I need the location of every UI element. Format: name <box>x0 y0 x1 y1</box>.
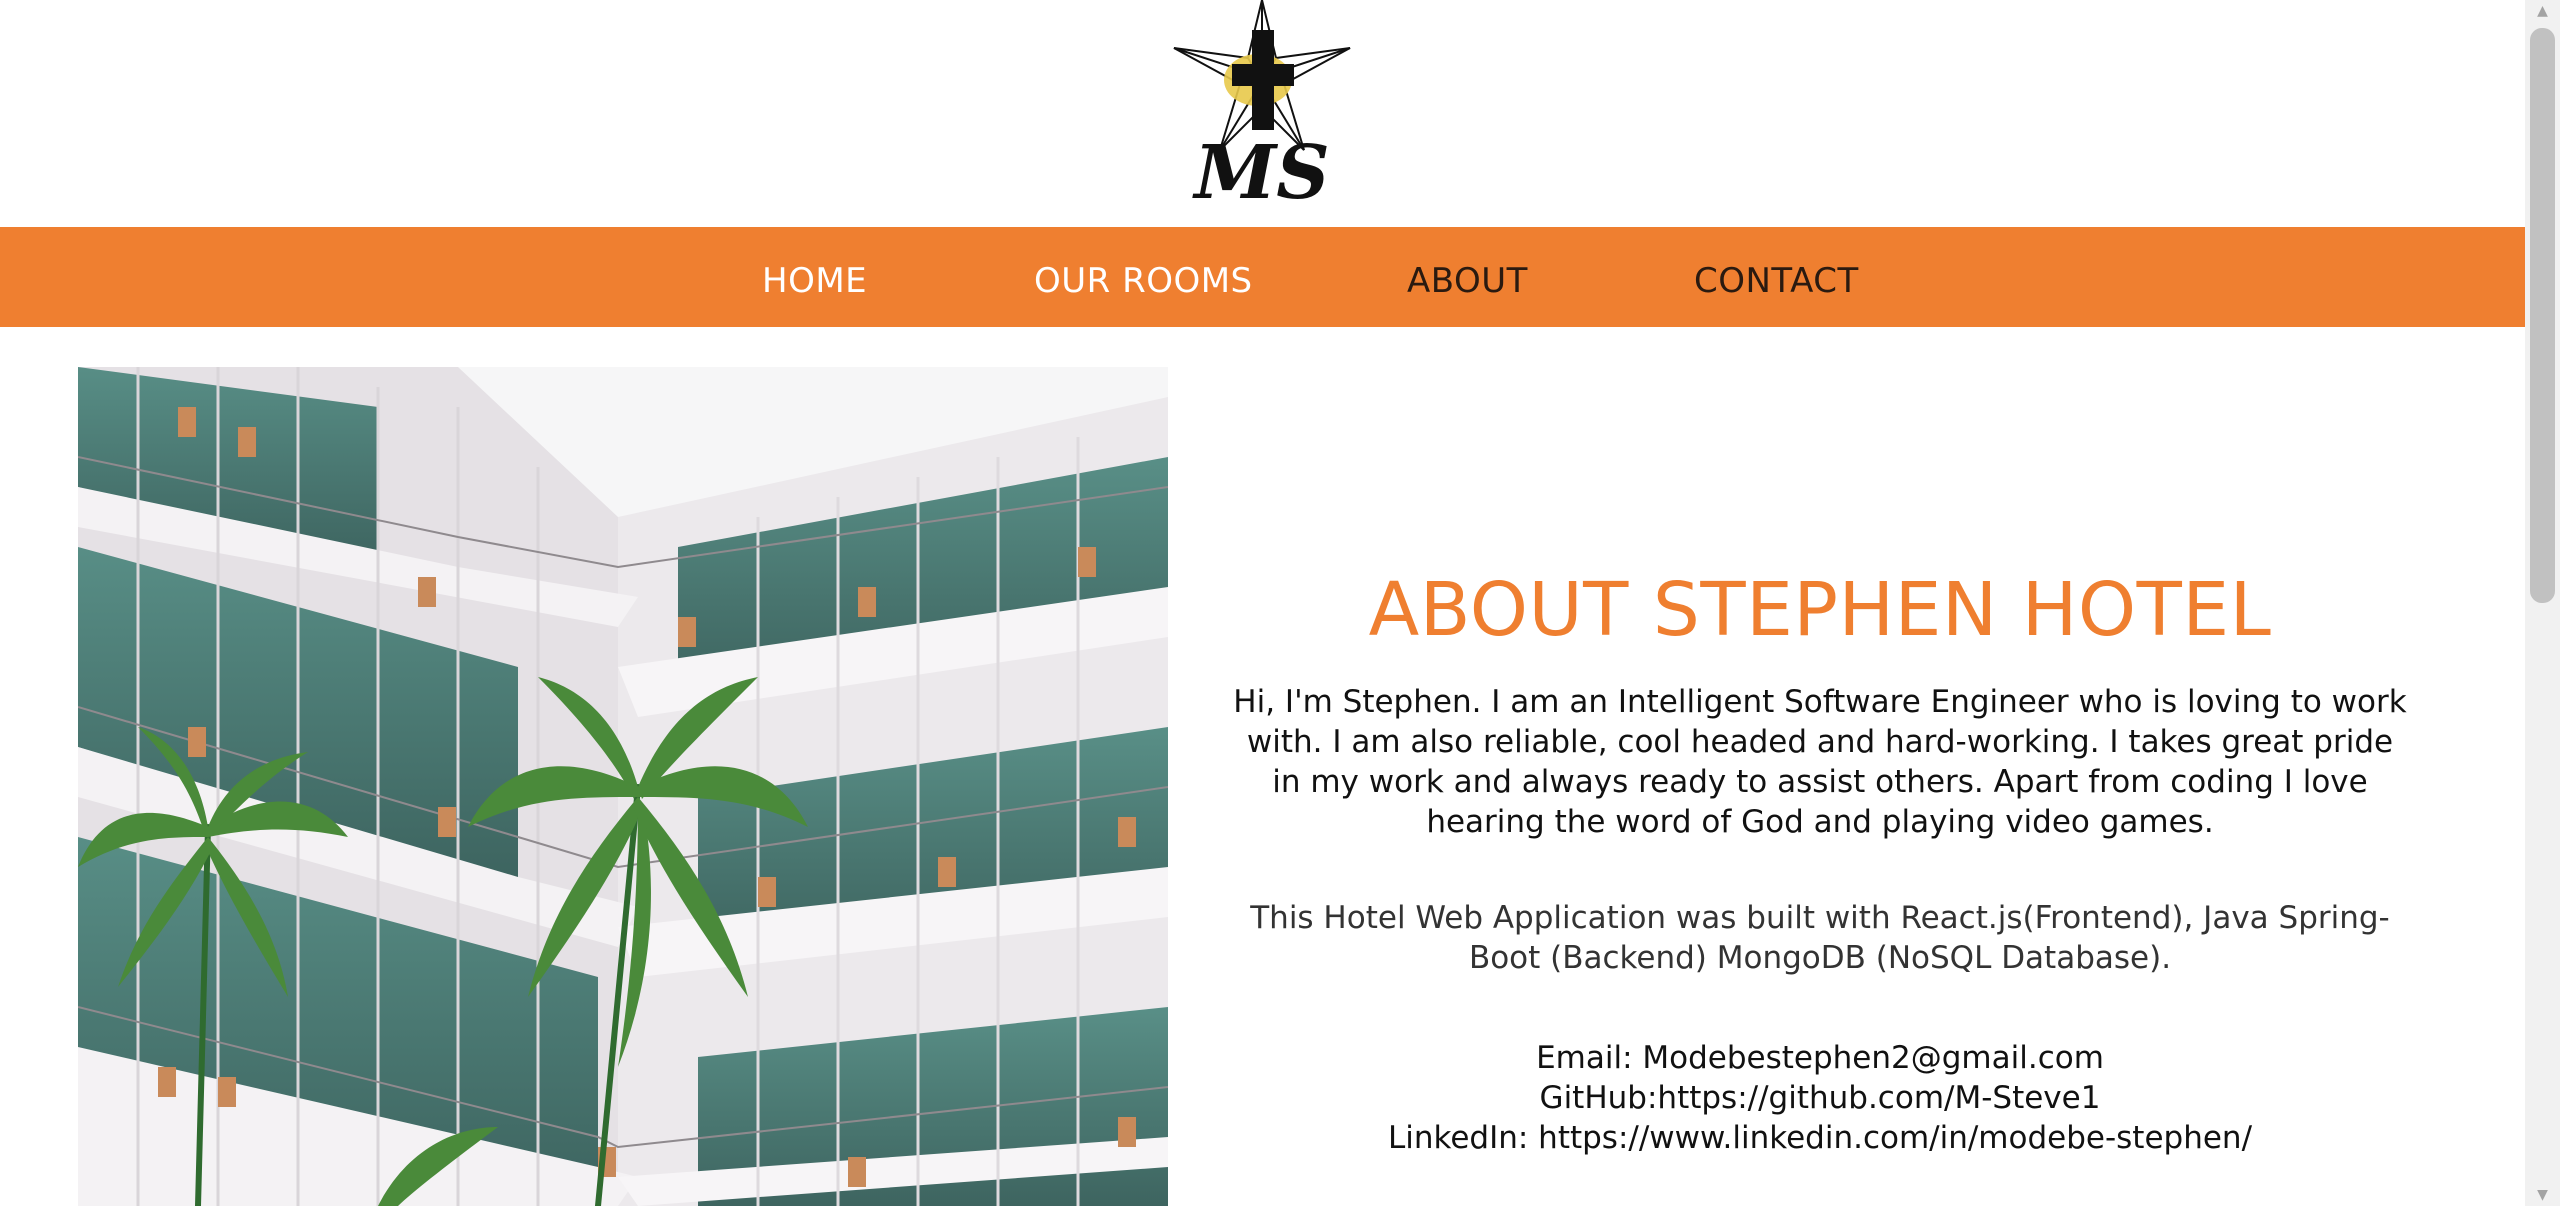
contact-info: Email: Modebestephen2@gmail.com GitHub:h… <box>1210 1038 2430 1158</box>
about-title: ABOUT STEPHEN HOTEL <box>1368 567 2272 653</box>
compass-cross-logo-icon: MS <box>1173 0 1351 216</box>
about-section: ABOUT STEPHEN HOTEL Hi, I'm Stephen. I a… <box>1210 560 2430 1158</box>
site-logo[interactable]: MS <box>1172 0 1352 216</box>
browser-viewport: MS HOME OUR ROOMS ABOUT CONTACT ABOUT ST… <box>0 0 2525 1206</box>
about-tech-stack-text: This Hotel Web Application was built wit… <box>1250 900 2390 976</box>
logo-text: MS <box>1191 130 1329 210</box>
vertical-scrollbar[interactable]: ▲ ▼ <box>2525 0 2560 1206</box>
scroll-up-arrow-icon[interactable]: ▲ <box>2525 0 2560 22</box>
page: MS HOME OUR ROOMS ABOUT CONTACT ABOUT ST… <box>0 0 2560 1206</box>
nav-our-rooms-link[interactable]: OUR ROOMS <box>1034 227 1253 327</box>
nav-about-link[interactable]: ABOUT <box>1407 227 1528 327</box>
contact-linkedin[interactable]: LinkedIn: https://www.linkedin.com/in/mo… <box>1210 1118 2430 1158</box>
nav-home-link[interactable]: HOME <box>762 227 867 327</box>
scroll-down-arrow-icon[interactable]: ▼ <box>2525 1184 2560 1206</box>
hotel-building-photo <box>78 367 1168 1206</box>
about-bio-text: Hi, I'm Stephen. I am an Intelligent Sof… <box>1233 684 2407 840</box>
main-nav: HOME OUR ROOMS ABOUT CONTACT <box>0 227 2525 327</box>
contact-email[interactable]: Email: Modebestephen2@gmail.com <box>1210 1038 2430 1078</box>
scrollbar-thumb[interactable] <box>2530 28 2555 603</box>
nav-contact-link[interactable]: CONTACT <box>1694 227 1859 327</box>
contact-github[interactable]: GitHub:https://github.com/M-Steve1 <box>1210 1078 2430 1118</box>
site-header: MS <box>0 0 2525 227</box>
